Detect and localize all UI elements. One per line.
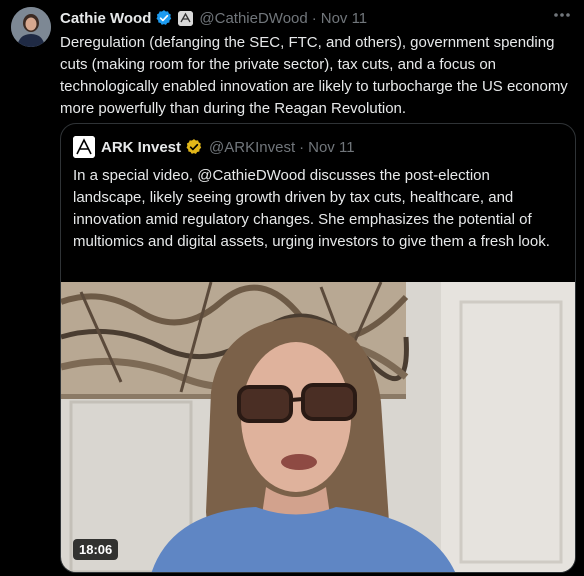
quoted-tweet-date[interactable]: Nov 11 bbox=[308, 139, 354, 156]
quoted-author-handle[interactable]: @ARKInvest bbox=[209, 139, 295, 156]
ark-invest-avatar[interactable] bbox=[73, 136, 95, 158]
tweet-header: Cathie Wood @CathieDWood · Nov 11 bbox=[60, 8, 367, 28]
header-separator: · bbox=[311, 9, 317, 27]
quoted-author-name[interactable]: ARK Invest bbox=[101, 139, 181, 156]
tweet-date[interactable]: Nov 11 bbox=[321, 10, 367, 27]
video-duration-badge: 18:06 bbox=[73, 539, 119, 560]
video-frame-image bbox=[61, 282, 575, 572]
quoted-header-separator: · bbox=[299, 138, 305, 156]
tweet-text: Deregulation (defanging the SEC, FTC, an… bbox=[60, 34, 568, 117]
affiliation-badge-icon[interactable] bbox=[178, 10, 194, 26]
gold-verified-badge-icon bbox=[185, 138, 203, 156]
author-handle[interactable]: @CathieDWood bbox=[199, 10, 307, 27]
video-thumbnail[interactable]: 18:06 bbox=[61, 282, 575, 572]
author-avatar[interactable] bbox=[11, 7, 51, 47]
quoted-tweet[interactable]: ARK Invest @ARKInvest · Nov 11 In a spec… bbox=[60, 123, 576, 573]
quoted-tweet-header: ARK Invest @ARKInvest · Nov 11 bbox=[73, 136, 355, 158]
verified-badge-icon bbox=[155, 9, 173, 27]
author-name[interactable]: Cathie Wood bbox=[60, 10, 151, 27]
quoted-tweet-text: In a special video, @CathieDWood discuss… bbox=[73, 167, 550, 250]
more-dots-icon[interactable] bbox=[552, 5, 572, 30]
